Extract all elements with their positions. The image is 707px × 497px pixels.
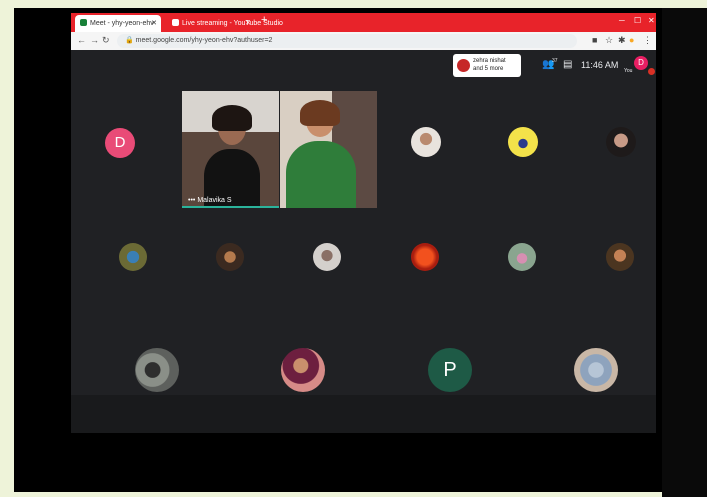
participant-photo: [508, 243, 536, 271]
participant-initial: D: [114, 134, 126, 151]
tab-meet[interactable]: Meet - yhy-yeon-ehv ✕: [75, 15, 161, 32]
url-input[interactable]: 🔒 meet.google.com/yhy-yeon-ehv?authuser=…: [117, 34, 577, 48]
people-count: 37: [552, 58, 558, 64]
menu-dots-icon[interactable]: ⋮: [643, 35, 652, 46]
meeting-clock: 11:46 AM: [581, 60, 619, 70]
participant-tile-d: D: [105, 128, 135, 158]
bookmark-star-icon[interactable]: ☆: [605, 35, 613, 46]
extension-icon[interactable]: ✱: [618, 35, 626, 46]
participant-video-host: [280, 91, 377, 208]
participant-photo: [606, 127, 636, 157]
maximize-icon[interactable]: ☐: [634, 16, 641, 25]
side-strip: [662, 8, 707, 497]
participant-photo: [313, 243, 341, 271]
chat-icon[interactable]: ▤: [563, 59, 572, 70]
participant-photo: [216, 243, 244, 271]
browser-tab-bar: Meet - yhy-yeon-ehv ✕ Live streaming - Y…: [71, 13, 656, 32]
new-tab-button[interactable]: +: [261, 14, 267, 26]
camera-icon[interactable]: ■: [592, 35, 597, 45]
tab-meet-label: Meet - yhy-yeon-ehv: [90, 20, 154, 27]
notification-badge: [648, 68, 655, 75]
profile-icon[interactable]: ●: [629, 35, 634, 45]
close-tab-icon[interactable]: ✕: [245, 15, 251, 32]
presenter-name: zehra nishat: [473, 58, 506, 64]
speaker-dots: •••: [188, 197, 196, 204]
close-tab-icon[interactable]: ✕: [151, 15, 157, 32]
participant-photo: [281, 348, 325, 392]
participant-photo: [119, 243, 147, 271]
back-icon[interactable]: ←: [77, 35, 86, 45]
youtube-favicon-icon: [172, 19, 179, 26]
participant-photo: [606, 243, 634, 271]
minimize-icon[interactable]: ─: [619, 16, 625, 25]
close-window-icon[interactable]: ✕: [648, 16, 655, 25]
participant-photo: [411, 127, 441, 157]
participant-photo: [411, 243, 439, 271]
url-text: meet.google.com/yhy-yeon-ehv?authuser=2: [135, 37, 273, 44]
participant-tile-p: P: [428, 348, 472, 392]
meet-favicon-icon: [80, 19, 87, 26]
tab-youtube-label: Live streaming - YouTube Studio: [182, 20, 283, 27]
address-toolbar: ← → ↻ 🔒 meet.google.com/yhy-yeon-ehv?aut…: [71, 32, 656, 51]
you-label: You: [624, 68, 633, 74]
tab-youtube-studio[interactable]: Live streaming - YouTube Studio ✕: [167, 15, 283, 32]
participant-photo: [135, 348, 179, 392]
reload-icon[interactable]: ↻: [102, 35, 110, 46]
meet-top-bar: zehra nishat and 5 more 👥 37 ▤ 11:46 AM …: [71, 50, 656, 83]
participant-photo: [508, 127, 538, 157]
self-avatar[interactable]: D: [634, 56, 648, 70]
participant-initial: P: [443, 359, 457, 381]
participant-photo: [574, 348, 618, 392]
presenter-avatar: [457, 59, 470, 72]
presentation-card[interactable]: zehra nishat and 5 more: [453, 54, 521, 77]
screen-frame: Meet - yhy-yeon-ehv ✕ Live streaming - Y…: [14, 8, 662, 492]
meet-window: zehra nishat and 5 more 👥 37 ▤ 11:46 AM …: [71, 50, 656, 433]
speaker-name: Malavika S: [197, 197, 232, 204]
speaking-indicator: [182, 206, 279, 208]
presenter-more: and 5 more: [473, 66, 504, 72]
forward-icon[interactable]: →: [90, 35, 99, 45]
meet-bottom-bar: [71, 395, 656, 433]
participant-video-speaker: ••• Malavika S: [182, 91, 279, 208]
